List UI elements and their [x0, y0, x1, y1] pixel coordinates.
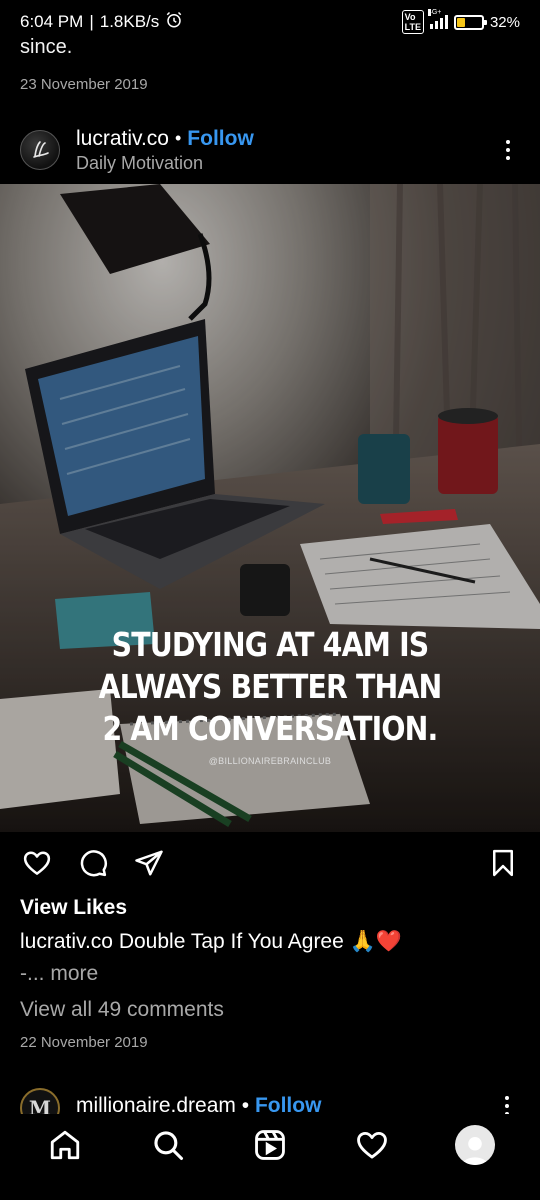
post-actions: [0, 842, 540, 884]
caption-more-link[interactable]: more: [45, 962, 98, 985]
caption-text: Double Tap If You Agree 🙏❤️: [112, 930, 402, 953]
signal-icon: 4G+: [427, 9, 448, 29]
system-gesture-bar: [0, 1176, 540, 1200]
profile-avatar[interactable]: [454, 1125, 495, 1165]
caption-ellipsis: -...: [20, 962, 45, 985]
post-header: lucrativ.co • Follow Daily Motivation: [0, 118, 540, 182]
view-comments-link[interactable]: View all 49 comments: [20, 998, 224, 1022]
lucrativ-logo-icon: [33, 141, 49, 158]
status-separator: |: [89, 12, 94, 31]
view-likes-link[interactable]: View Likes: [20, 896, 127, 920]
share-icon[interactable]: [132, 846, 166, 880]
previous-post-date: 23 November 2019: [20, 76, 148, 93]
quote-line: STUDYING AT 4AM IS: [111, 625, 430, 664]
status-network-speed: 1.8KB/s: [99, 12, 160, 31]
author-avatar[interactable]: [20, 130, 60, 170]
status-time: 6:04 PM: [20, 12, 84, 31]
image-quote-text: STUDYING AT 4AM IS ALWAYS BETTER THAN 2 …: [38, 624, 502, 750]
bottom-navigation: [0, 1114, 540, 1176]
separator-dot: •: [241, 1094, 250, 1114]
image-watermark: @BILLIONAIREBRAINCLUB: [208, 756, 332, 766]
separator-dot: •: [174, 128, 182, 148]
activity-heart-icon[interactable]: [352, 1125, 392, 1165]
post-caption: lucrativ.co Double Tap If You Agree 🙏❤️: [20, 930, 520, 954]
bookmark-icon[interactable]: [486, 846, 520, 880]
profile-placeholder-icon: [454, 1125, 495, 1165]
post-date: 22 November 2019: [20, 1034, 148, 1051]
next-author-avatar[interactable]: M: [20, 1088, 60, 1114]
next-post-header: M millionaire.dream • Follow: [20, 1088, 520, 1114]
next-author-username[interactable]: millionaire.dream: [76, 1094, 236, 1114]
more-options-icon[interactable]: [496, 135, 520, 165]
more-options-icon[interactable]: [505, 1096, 509, 1114]
comment-icon[interactable]: [76, 846, 110, 880]
follow-button[interactable]: Follow: [187, 127, 254, 151]
quote-line: ALWAYS BETTER THAN: [98, 667, 443, 706]
like-heart-icon[interactable]: [20, 846, 54, 880]
author-username[interactable]: lucrativ.co: [76, 127, 169, 151]
next-follow-button[interactable]: Follow: [255, 1094, 322, 1114]
search-icon[interactable]: [148, 1125, 188, 1165]
post-subtitle[interactable]: Daily Motivation: [76, 153, 254, 174]
caption-more-row: -... more: [20, 962, 98, 986]
alarm-icon: [165, 11, 183, 34]
battery-percent: 32%: [489, 13, 520, 31]
reels-icon[interactable]: [250, 1125, 290, 1165]
status-bar: 6:04 PM | 1.8KB/s Vo LTE 4G+ 32%: [0, 0, 540, 44]
battery-icon: [453, 14, 487, 30]
caption-username[interactable]: lucrativ.co: [20, 930, 113, 953]
volte-icon: Vo LTE: [401, 10, 424, 34]
quote-line: 2 AM CONVERSATION.: [102, 709, 439, 748]
post-image[interactable]: STUDYING AT 4AM IS ALWAYS BETTER THAN 2 …: [0, 184, 540, 832]
home-icon[interactable]: [45, 1125, 85, 1165]
